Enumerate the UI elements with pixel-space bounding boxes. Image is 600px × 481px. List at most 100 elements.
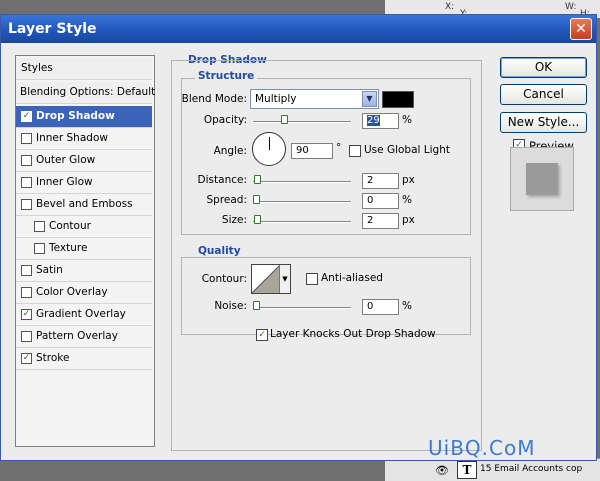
noise-input[interactable]: 0: [362, 299, 399, 315]
style-checkbox[interactable]: [21, 177, 32, 188]
styles-list: Styles Blending Options: Default ✓ Drop S…: [15, 55, 155, 447]
chevron-down-icon: ▼: [362, 91, 377, 107]
style-item-stroke[interactable]: ✓ Stroke: [16, 348, 152, 370]
style-item-label: Contour: [49, 220, 91, 232]
opacity-label: Opacity:: [203, 114, 247, 126]
spread-label: Spread:: [206, 194, 247, 206]
distance-unit: px: [402, 174, 415, 186]
chevron-down-icon: ▼: [279, 265, 290, 293]
style-checkbox[interactable]: [21, 265, 32, 276]
layer-name: 15 Email Accounts cop: [480, 464, 583, 474]
opacity-slider[interactable]: [253, 121, 351, 123]
distance-input[interactable]: 2: [362, 173, 399, 189]
size-slider-thumb[interactable]: [254, 215, 261, 224]
style-item-label: Texture: [49, 242, 88, 254]
style-item-color-overlay[interactable]: Color Overlay: [16, 282, 152, 304]
style-item-satin[interactable]: Satin: [16, 260, 152, 282]
distance-slider-thumb[interactable]: [254, 175, 261, 184]
style-item-outer-glow[interactable]: Outer Glow: [16, 150, 152, 172]
style-item-label: Satin: [36, 264, 63, 276]
x-label: X:: [445, 2, 455, 12]
style-preview: [510, 147, 574, 211]
quality-group: [181, 257, 471, 335]
layer-style-dialog: Layer Style ✕ Styles Blending Options: D…: [0, 14, 597, 461]
style-item-contour[interactable]: Contour: [16, 216, 152, 238]
style-checkbox[interactable]: ✓: [21, 111, 32, 122]
new-style-button[interactable]: New Style...: [500, 112, 587, 133]
layers-panel-row[interactable]: 👁 T 15 Email Accounts cop: [385, 458, 600, 481]
quality-heading: Quality: [195, 245, 244, 257]
styles-header[interactable]: Styles: [16, 58, 152, 80]
spread-slider[interactable]: [253, 201, 351, 203]
style-checkbox[interactable]: [34, 243, 45, 254]
noise-unit: %: [402, 300, 412, 312]
watermark-text: UiBQ.CoM: [428, 436, 536, 460]
style-item-texture[interactable]: Texture: [16, 238, 152, 260]
close-button[interactable]: ✕: [570, 18, 592, 40]
opacity-slider-thumb[interactable]: [281, 115, 288, 124]
style-item-label: Inner Shadow: [36, 132, 108, 144]
style-item-inner-shadow[interactable]: Inner Shadow: [16, 128, 152, 150]
style-item-label: Gradient Overlay: [36, 308, 126, 320]
size-slider[interactable]: [253, 221, 351, 223]
style-item-label: Outer Glow: [36, 154, 96, 166]
contour-curve-icon: [252, 265, 281, 293]
ok-button[interactable]: OK: [500, 57, 587, 78]
style-item-label: Drop Shadow: [36, 110, 115, 122]
spread-unit: %: [402, 194, 412, 206]
style-item-gradient-overlay[interactable]: ✓ Gradient Overlay: [16, 304, 152, 326]
style-item-label: Bevel and Emboss: [36, 198, 133, 210]
style-checkbox[interactable]: [21, 155, 32, 166]
angle-input[interactable]: 90: [291, 143, 333, 159]
style-checkbox[interactable]: [21, 133, 32, 144]
angle-label: Angle:: [213, 145, 247, 157]
spread-slider-thumb[interactable]: [253, 195, 260, 204]
contour-label: Contour:: [201, 273, 247, 285]
style-checkbox[interactable]: [34, 221, 45, 232]
shadow-color-swatch[interactable]: [382, 91, 414, 108]
anti-aliased-label: Anti-aliased: [321, 272, 383, 284]
style-checkbox[interactable]: [21, 199, 32, 210]
size-input[interactable]: 2: [362, 213, 399, 229]
contour-picker[interactable]: ▼: [251, 264, 291, 294]
style-checkbox[interactable]: ✓: [21, 353, 32, 364]
anti-aliased-checkbox[interactable]: [306, 273, 318, 285]
size-label: Size:: [221, 214, 247, 226]
style-item-bevel-and-emboss[interactable]: Bevel and Emboss: [16, 194, 152, 216]
cancel-button[interactable]: Cancel: [500, 84, 587, 105]
noise-label: Noise:: [214, 300, 247, 312]
angle-unit: °: [336, 142, 342, 154]
w-label: W:: [565, 2, 577, 12]
style-checkbox[interactable]: ✓: [21, 309, 32, 320]
blend-mode-label: Blend Mode:: [181, 93, 247, 105]
size-unit: px: [402, 214, 415, 226]
use-global-light-label: Use Global Light: [364, 144, 450, 156]
knocks-out-checkbox[interactable]: ✓: [256, 329, 268, 341]
distance-slider[interactable]: [253, 181, 351, 183]
title-bar[interactable]: Layer Style ✕: [1, 15, 596, 43]
style-item-drop-shadow[interactable]: ✓ Drop Shadow: [16, 106, 152, 128]
distance-label: Distance:: [197, 174, 247, 186]
text-layer-icon: T: [457, 461, 477, 479]
eye-icon[interactable]: 👁: [435, 464, 449, 477]
style-checkbox[interactable]: [21, 287, 32, 298]
style-checkbox[interactable]: [21, 331, 32, 342]
opacity-unit: %: [402, 114, 412, 126]
structure-heading: Structure: [195, 70, 258, 82]
style-item-pattern-overlay[interactable]: Pattern Overlay: [16, 326, 152, 348]
spread-input[interactable]: 0: [362, 193, 399, 209]
use-global-light-checkbox[interactable]: [349, 145, 361, 157]
style-item-label: Inner Glow: [36, 176, 93, 188]
noise-slider[interactable]: [253, 307, 351, 309]
blending-options-item[interactable]: Blending Options: Default: [16, 82, 155, 104]
opacity-input[interactable]: 29: [362, 113, 399, 129]
blend-mode-select[interactable]: Multiply ▼: [250, 89, 379, 109]
angle-dial[interactable]: [252, 132, 286, 166]
dialog-title: Layer Style: [8, 21, 97, 37]
style-item-inner-glow[interactable]: Inner Glow: [16, 172, 152, 194]
style-item-label: Stroke: [36, 352, 70, 364]
style-item-label: Pattern Overlay: [36, 330, 118, 342]
noise-slider-thumb[interactable]: [253, 301, 260, 310]
knocks-out-label: Layer Knocks Out Drop Shadow: [270, 328, 436, 340]
preview-swatch: [526, 163, 558, 195]
